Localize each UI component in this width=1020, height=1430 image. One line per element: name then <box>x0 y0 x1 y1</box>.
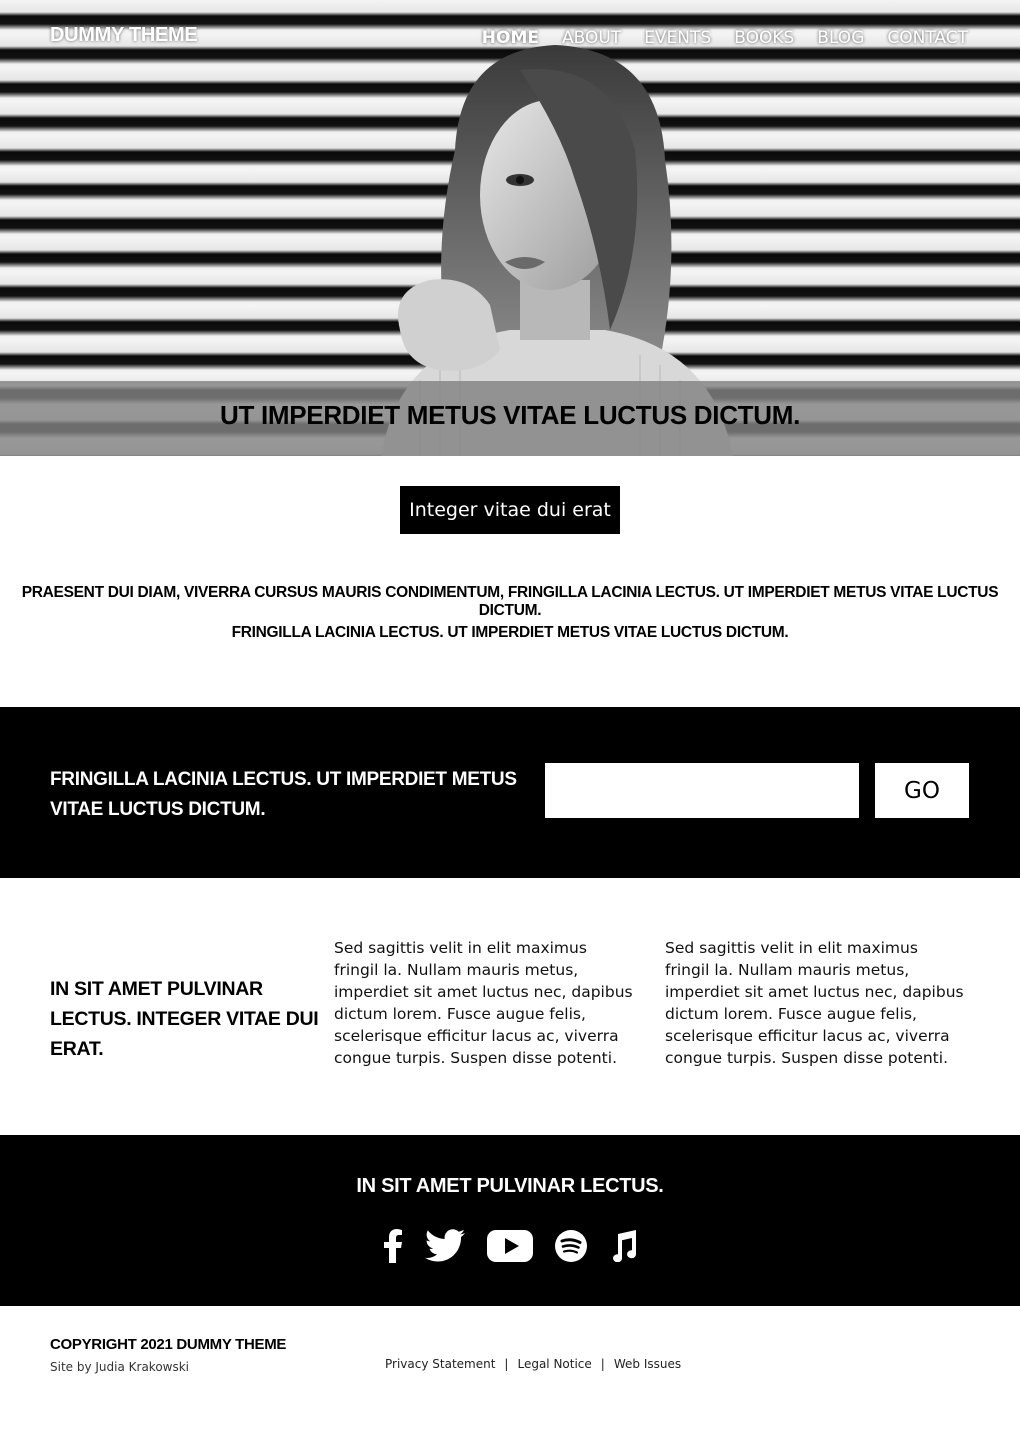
nav-item-blog[interactable]: BLOG <box>817 28 864 48</box>
link-separator: | <box>600 1357 605 1371</box>
social-title: IN SIT AMET PULVINAR LECTUS. <box>356 1175 664 1197</box>
youtube-icon[interactable] <box>487 1230 533 1262</box>
go-button[interactable]: GO <box>875 763 969 818</box>
intro-line-1: PRAESENT DUI DIAM, VIVERRA CURSUS MAURIS… <box>21 584 999 619</box>
spotify-icon[interactable] <box>555 1230 587 1262</box>
cta-button[interactable]: Integer vitae dui erat <box>400 486 620 534</box>
hero-title: UT IMPERDIET METUS VITAE LUCTUS DICTUM. <box>219 400 801 430</box>
link-separator: | <box>504 1357 509 1371</box>
columns-heading: IN SIT AMET PULVINAR LECTUS. INTEGER VIT… <box>50 978 319 1060</box>
site-logo[interactable]: DUMMY THEME <box>50 24 198 47</box>
newsletter-text: FRINGILLA LACINIA LECTUS. UT IMPERDIET M… <box>50 769 517 820</box>
privacy-statement-link[interactable]: Privacy Statement <box>385 1357 495 1371</box>
intro-line-2: FRINGILLA LACINIA LECTUS. UT IMPERDIET M… <box>231 624 789 641</box>
music-note-icon[interactable] <box>609 1230 637 1262</box>
social-section: IN SIT AMET PULVINAR LECTUS. <box>0 1135 1020 1306</box>
twitter-icon[interactable] <box>425 1229 465 1263</box>
nav-item-books[interactable]: BOOKS <box>734 28 794 48</box>
nav-item-events[interactable]: EVENTS <box>644 28 711 48</box>
nav-item-home[interactable]: HOME <box>482 28 539 48</box>
footer-links: Privacy Statement | Legal Notice | Web I… <box>385 1357 681 1371</box>
column-text-b: Sed sagittis velit in elit maximus fring… <box>665 939 964 1067</box>
nav-item-contact[interactable]: CONTACT <box>887 28 968 48</box>
copyright-text: COPYRIGHT 2021 DUMMY THEME <box>50 1336 287 1353</box>
newsletter-section: FRINGILLA LACINIA LECTUS. UT IMPERDIET M… <box>0 707 1020 878</box>
nav-item-about[interactable]: ABOUT <box>562 28 621 48</box>
social-icons <box>0 1229 1020 1263</box>
newsletter-input[interactable] <box>545 763 859 818</box>
main-nav: HOME ABOUT EVENTS BOOKS BLOG CONTACT <box>459 28 968 48</box>
facebook-icon[interactable] <box>383 1229 403 1263</box>
legal-notice-link[interactable]: Legal Notice <box>517 1357 591 1371</box>
column-text-a: Sed sagittis velit in elit maximus fring… <box>334 939 633 1067</box>
hero-banner: DUMMY THEME HOME ABOUT EVENTS BOOKS BLOG… <box>0 0 1020 456</box>
site-credit: Site by Judia Krakowski <box>50 1360 190 1374</box>
web-issues-link[interactable]: Web Issues <box>614 1357 681 1371</box>
